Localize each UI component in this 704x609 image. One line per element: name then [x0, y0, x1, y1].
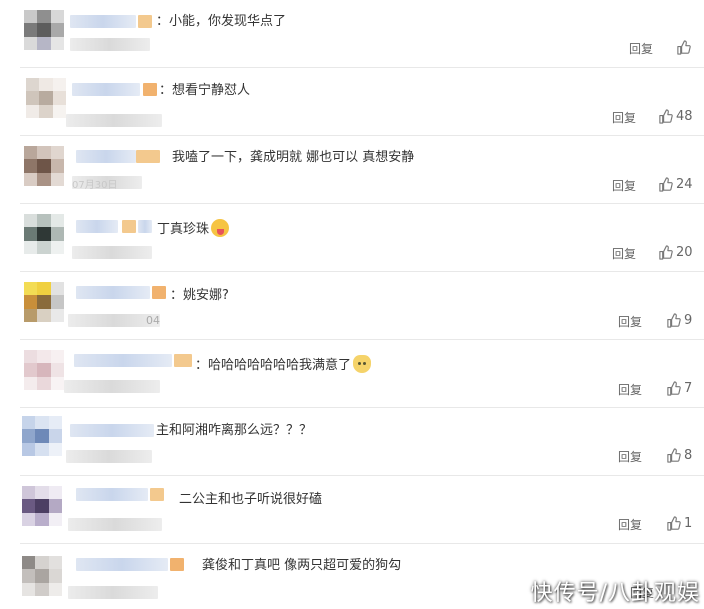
like-count: 24 [676, 177, 693, 192]
avatar[interactable] [24, 10, 64, 50]
comment-text: ：姚安娜? [170, 288, 229, 303]
like-count: 48 [676, 109, 693, 124]
user-badge [170, 558, 184, 571]
comment-timestamp: 07月30日 [72, 180, 118, 191]
comment-text: 主和阿湘咋离那么远？？？ [156, 423, 313, 438]
avatar[interactable] [24, 146, 64, 186]
avatar[interactable] [22, 556, 62, 596]
thumbs-up-icon [659, 245, 673, 260]
reply-button[interactable]: 回复 [618, 381, 642, 398]
comment-row: 二公主和也子听说很好磕 回复 1 [0, 476, 704, 544]
thumbs-up-icon [677, 40, 691, 55]
username[interactable] [76, 286, 150, 299]
reply-button[interactable]: 回复 [618, 313, 642, 330]
tongue-out-emoji-icon [211, 219, 230, 237]
user-badge [138, 15, 152, 28]
thumbs-up-icon [659, 109, 673, 124]
comment-meta-digits: 04 [146, 314, 160, 327]
comment-body: ：哈哈哈哈哈哈哈我满意了 [195, 358, 352, 373]
like-count: 9 [684, 313, 693, 328]
username[interactable] [76, 150, 136, 163]
user-badge [152, 286, 166, 299]
comment-text: ：哈哈哈哈哈哈哈我满意了 [195, 355, 372, 374]
like-button[interactable]: 48 [658, 109, 693, 124]
watermark: 快传号/八卦观娱 [530, 581, 700, 606]
username[interactable] [74, 354, 172, 367]
comment-row: ：小能，你发现华点了 回复 [0, 0, 704, 68]
comment-text: ：小能，你发现华点了 [156, 14, 287, 29]
reply-button[interactable]: 回复 [612, 109, 636, 126]
comment-list: ：小能，你发现华点了 回复 ：想看宁静怼人 回复 48 我嗑了一下，龚成明就 娜… [0, 0, 704, 609]
username[interactable] [76, 488, 148, 501]
avatar[interactable] [24, 350, 64, 390]
reply-button[interactable]: 回复 [618, 448, 642, 465]
avatar[interactable] [24, 282, 64, 322]
username[interactable] [70, 424, 154, 437]
like-count: 8 [684, 448, 693, 463]
comment-text: ：想看宁静怼人 [159, 83, 251, 98]
username-extra [138, 220, 152, 233]
comment-meta: 07月30日 [72, 176, 142, 191]
thumbs-up-icon [667, 381, 681, 396]
username[interactable] [70, 15, 136, 28]
thumbs-up-icon [667, 313, 681, 328]
username[interactable] [76, 220, 118, 233]
comment-meta: 04 [68, 314, 160, 327]
like-button[interactable]: 20 [658, 245, 693, 260]
comment-meta [72, 246, 152, 259]
user-badge [143, 83, 157, 96]
comment-row: 主和阿湘咋离那么远？？？ 回复 8 [0, 408, 704, 476]
cat-emoji-icon [353, 355, 372, 373]
comment-text: 丁真珍珠 [157, 219, 230, 238]
like-button[interactable]: 9 [666, 313, 692, 328]
comment-row: 我嗑了一下，龚成明就 娜也可以 真想安静 07月30日 回复 24 [0, 136, 704, 204]
reply-button[interactable]: 回复 [629, 40, 653, 57]
thumbs-up-icon [659, 177, 673, 192]
like-button[interactable]: 24 [658, 177, 693, 192]
comment-meta [68, 586, 158, 599]
like-button[interactable]: 7 [666, 381, 692, 396]
username[interactable] [72, 83, 140, 96]
comment-row: ：想看宁静怼人 回复 48 [0, 68, 704, 136]
like-count: 7 [684, 381, 693, 396]
like-button[interactable]: 1 [666, 516, 692, 531]
user-badge [150, 488, 164, 501]
avatar[interactable] [22, 416, 62, 456]
comment-meta [64, 380, 160, 393]
comment-body: 丁真珍珠 [157, 222, 210, 237]
user-badge [174, 354, 192, 367]
username[interactable] [76, 558, 168, 571]
comment-row: ：姚安娜? 04 回复 9 [0, 272, 704, 340]
avatar[interactable] [22, 486, 62, 526]
reply-button[interactable]: 回复 [612, 177, 636, 194]
avatar[interactable] [24, 214, 64, 254]
user-badge [136, 150, 160, 163]
reply-button[interactable]: 回复 [618, 516, 642, 533]
like-count: 20 [676, 245, 693, 260]
comment-text: 我嗑了一下，龚成明就 娜也可以 真想安静 [172, 150, 415, 165]
like-button[interactable] [676, 40, 694, 55]
comment-meta [66, 114, 162, 127]
comment-meta [66, 450, 152, 463]
comment-text: 龚俊和丁真吧 像两只超可爱的狗勾 [202, 558, 402, 573]
like-button[interactable]: 8 [666, 448, 692, 463]
user-badge [122, 220, 136, 233]
thumbs-up-icon [667, 516, 681, 531]
comment-text: 二公主和也子听说很好磕 [179, 492, 323, 507]
comment-meta [70, 38, 150, 51]
thumbs-up-icon [667, 448, 681, 463]
comment-row: ：哈哈哈哈哈哈哈我满意了 回复 7 [0, 340, 704, 408]
avatar[interactable] [26, 78, 66, 118]
reply-button[interactable]: 回复 [612, 245, 636, 262]
comment-row: 丁真珍珠 回复 20 [0, 204, 704, 272]
like-count: 1 [684, 516, 693, 531]
comment-meta [68, 518, 162, 531]
